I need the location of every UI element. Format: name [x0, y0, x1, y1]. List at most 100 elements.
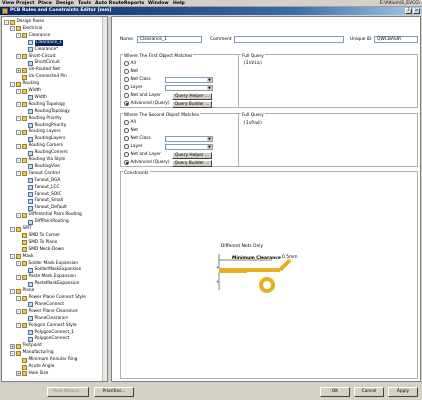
collapse-icon[interactable]: - — [10, 254, 15, 260]
radio-icon[interactable] — [124, 93, 129, 98]
second-option-radio[interactable]: Net Class — [124, 136, 151, 141]
radio-icon[interactable] — [124, 128, 129, 133]
tree-node[interactable]: Fanout_LCC — [22, 185, 60, 191]
tree-node[interactable]: Clearance_1 — [22, 39, 63, 46]
rule-wizard-button[interactable]: Rule Wizard... — [47, 387, 89, 397]
tree-node[interactable]: - Short-Circuit — [16, 54, 55, 60]
collapse-icon[interactable]: - — [16, 323, 21, 329]
expand-icon[interactable]: + — [16, 67, 21, 73]
tree-node[interactable]: - Fanout Control — [16, 171, 60, 177]
collapse-icon[interactable]: - — [16, 88, 21, 94]
collapse-icon[interactable]: - — [16, 129, 21, 135]
tree-node[interactable]: - Paste Mask Expansion — [16, 274, 76, 280]
tree-node[interactable]: SMD Neck-Down — [16, 247, 64, 253]
rules-tree[interactable]: - Design Rules - Electrical - Clearance Cleara… — [1, 16, 108, 382]
tree-node[interactable]: PolygonConnect — [22, 336, 69, 342]
tree-node[interactable]: - Manufacturing — [10, 350, 54, 356]
apply-button[interactable]: Apply — [388, 387, 418, 397]
tree-node[interactable]: - Power Plane Connect Style — [16, 295, 86, 301]
radio-icon[interactable] — [124, 120, 129, 125]
tree-node[interactable]: - Routing Via Style — [16, 157, 65, 163]
collapse-icon[interactable]: - — [10, 26, 15, 32]
tree-node[interactable]: - Clearance — [16, 33, 50, 39]
tree-node[interactable]: - Routing Topology — [16, 102, 65, 108]
collapse-icon[interactable]: - — [10, 350, 15, 356]
tree-node[interactable]: + Un-Routed Net — [16, 67, 60, 73]
radio-icon[interactable] — [124, 69, 129, 74]
tree-node[interactable]: + Testpoint — [10, 343, 42, 349]
tree-node[interactable]: Fanout_SOIC — [22, 192, 62, 198]
radio-icon[interactable] — [124, 160, 129, 165]
second-option-radio[interactable]: Advanced (Query) — [124, 160, 170, 165]
tree-node[interactable]: SMD To Corner — [16, 233, 60, 239]
menu-help[interactable]: Help — [173, 1, 185, 6]
tree-node[interactable]: - Routing Priority — [16, 116, 62, 122]
comment-field[interactable] — [234, 36, 344, 43]
tree-node[interactable]: RoutingCorners — [22, 150, 68, 156]
first-option-radio[interactable]: Net — [124, 69, 138, 74]
tree-node[interactable]: PlaneConnect — [22, 302, 64, 308]
collapse-icon[interactable]: - — [16, 143, 21, 149]
radio-icon[interactable] — [124, 144, 129, 149]
second-option-radio[interactable]: Layer — [124, 144, 142, 149]
tree-node[interactable]: SolderMaskExpansion — [22, 267, 81, 273]
min-clearance-value[interactable]: 0.5mm — [282, 255, 298, 260]
first-query-builder-button[interactable]: Query Builder ... — [172, 101, 212, 108]
tree-node[interactable]: - Routing Layers — [16, 129, 61, 135]
collapse-icon[interactable]: - — [16, 116, 21, 122]
radio-icon[interactable] — [124, 152, 129, 157]
menu-tools[interactable]: Tools — [78, 1, 91, 6]
close-icon[interactable]: × — [413, 8, 420, 14]
tree-node[interactable]: PasteMaskExpansion — [22, 281, 79, 287]
first-option-radio[interactable]: Layer — [124, 85, 142, 90]
collapse-icon[interactable]: - — [16, 309, 21, 315]
tree-node[interactable]: - SMT — [10, 226, 32, 232]
radio-icon[interactable] — [124, 85, 129, 90]
collapse-icon[interactable]: - — [16, 33, 21, 39]
second-option-radio[interactable]: All — [124, 120, 136, 125]
radio-icon[interactable] — [124, 61, 129, 66]
radio-icon[interactable] — [124, 136, 129, 141]
first-option-radio[interactable]: Net Class — [124, 77, 151, 82]
tree-node[interactable]: Width — [22, 95, 47, 101]
tree-node[interactable]: - Plane — [10, 288, 34, 294]
collapse-icon[interactable]: - — [16, 171, 21, 177]
first-option-radio[interactable]: Net and Layer — [124, 93, 161, 98]
tree-node[interactable]: - Design Rules — [4, 19, 44, 25]
collapse-icon[interactable]: - — [10, 288, 15, 294]
help-icon[interactable]: ? — [405, 8, 412, 14]
priorities-button[interactable]: Priorities... — [94, 387, 134, 397]
tree-node[interactable]: Fanout_BGA — [22, 178, 60, 184]
tree-node[interactable]: + Hole Size — [16, 371, 48, 377]
tree-node[interactable]: DiffPairsRouting — [22, 219, 69, 225]
ok-button[interactable]: OK — [320, 387, 350, 397]
tree-node[interactable]: RoutingVias — [22, 164, 60, 170]
menu-project[interactable]: Project — [16, 1, 34, 6]
first-netclass-combo[interactable]: ▼ — [165, 85, 213, 91]
menu-place[interactable]: Place — [38, 1, 52, 6]
tree-node[interactable]: - Electrical — [10, 26, 42, 32]
second-option-radio[interactable]: Net and Layer — [124, 152, 161, 157]
second-net-combo[interactable]: ▼ — [165, 136, 213, 142]
first-query-helper-button[interactable]: Query Helper ... — [172, 93, 212, 100]
collapse-icon[interactable]: - — [16, 102, 21, 108]
second-full-query[interactable]: (IsPad) — [243, 121, 262, 126]
collapse-icon[interactable]: - — [16, 54, 21, 60]
tree-node[interactable]: - Solder Mask Expansion — [16, 261, 78, 267]
menu-view[interactable]: View — [2, 1, 14, 6]
tree-node[interactable]: RoutingLayers — [22, 136, 65, 142]
tree-node[interactable]: Fanout_Small — [22, 198, 63, 204]
tree-node[interactable]: - Width — [16, 88, 41, 94]
first-option-radio[interactable]: Advanced (Query) — [124, 101, 170, 106]
collapse-icon[interactable]: - — [16, 261, 21, 267]
menu-reports[interactable]: Reports — [124, 1, 144, 6]
tree-node[interactable]: Un-Connected Pin — [16, 74, 67, 80]
net-scope-dropdown[interactable]: Different Nets Only — [221, 244, 263, 249]
collapse-icon[interactable]: - — [4, 19, 9, 25]
tree-node[interactable]: ShortCircuit — [22, 60, 60, 66]
unique-id-field[interactable]: QWCBASIR — [374, 36, 418, 43]
tree-node[interactable]: - Routing — [10, 81, 39, 87]
collapse-icon[interactable]: - — [10, 81, 15, 87]
collapse-icon[interactable]: - — [10, 226, 15, 232]
tree-node[interactable]: - Mask — [10, 254, 34, 260]
